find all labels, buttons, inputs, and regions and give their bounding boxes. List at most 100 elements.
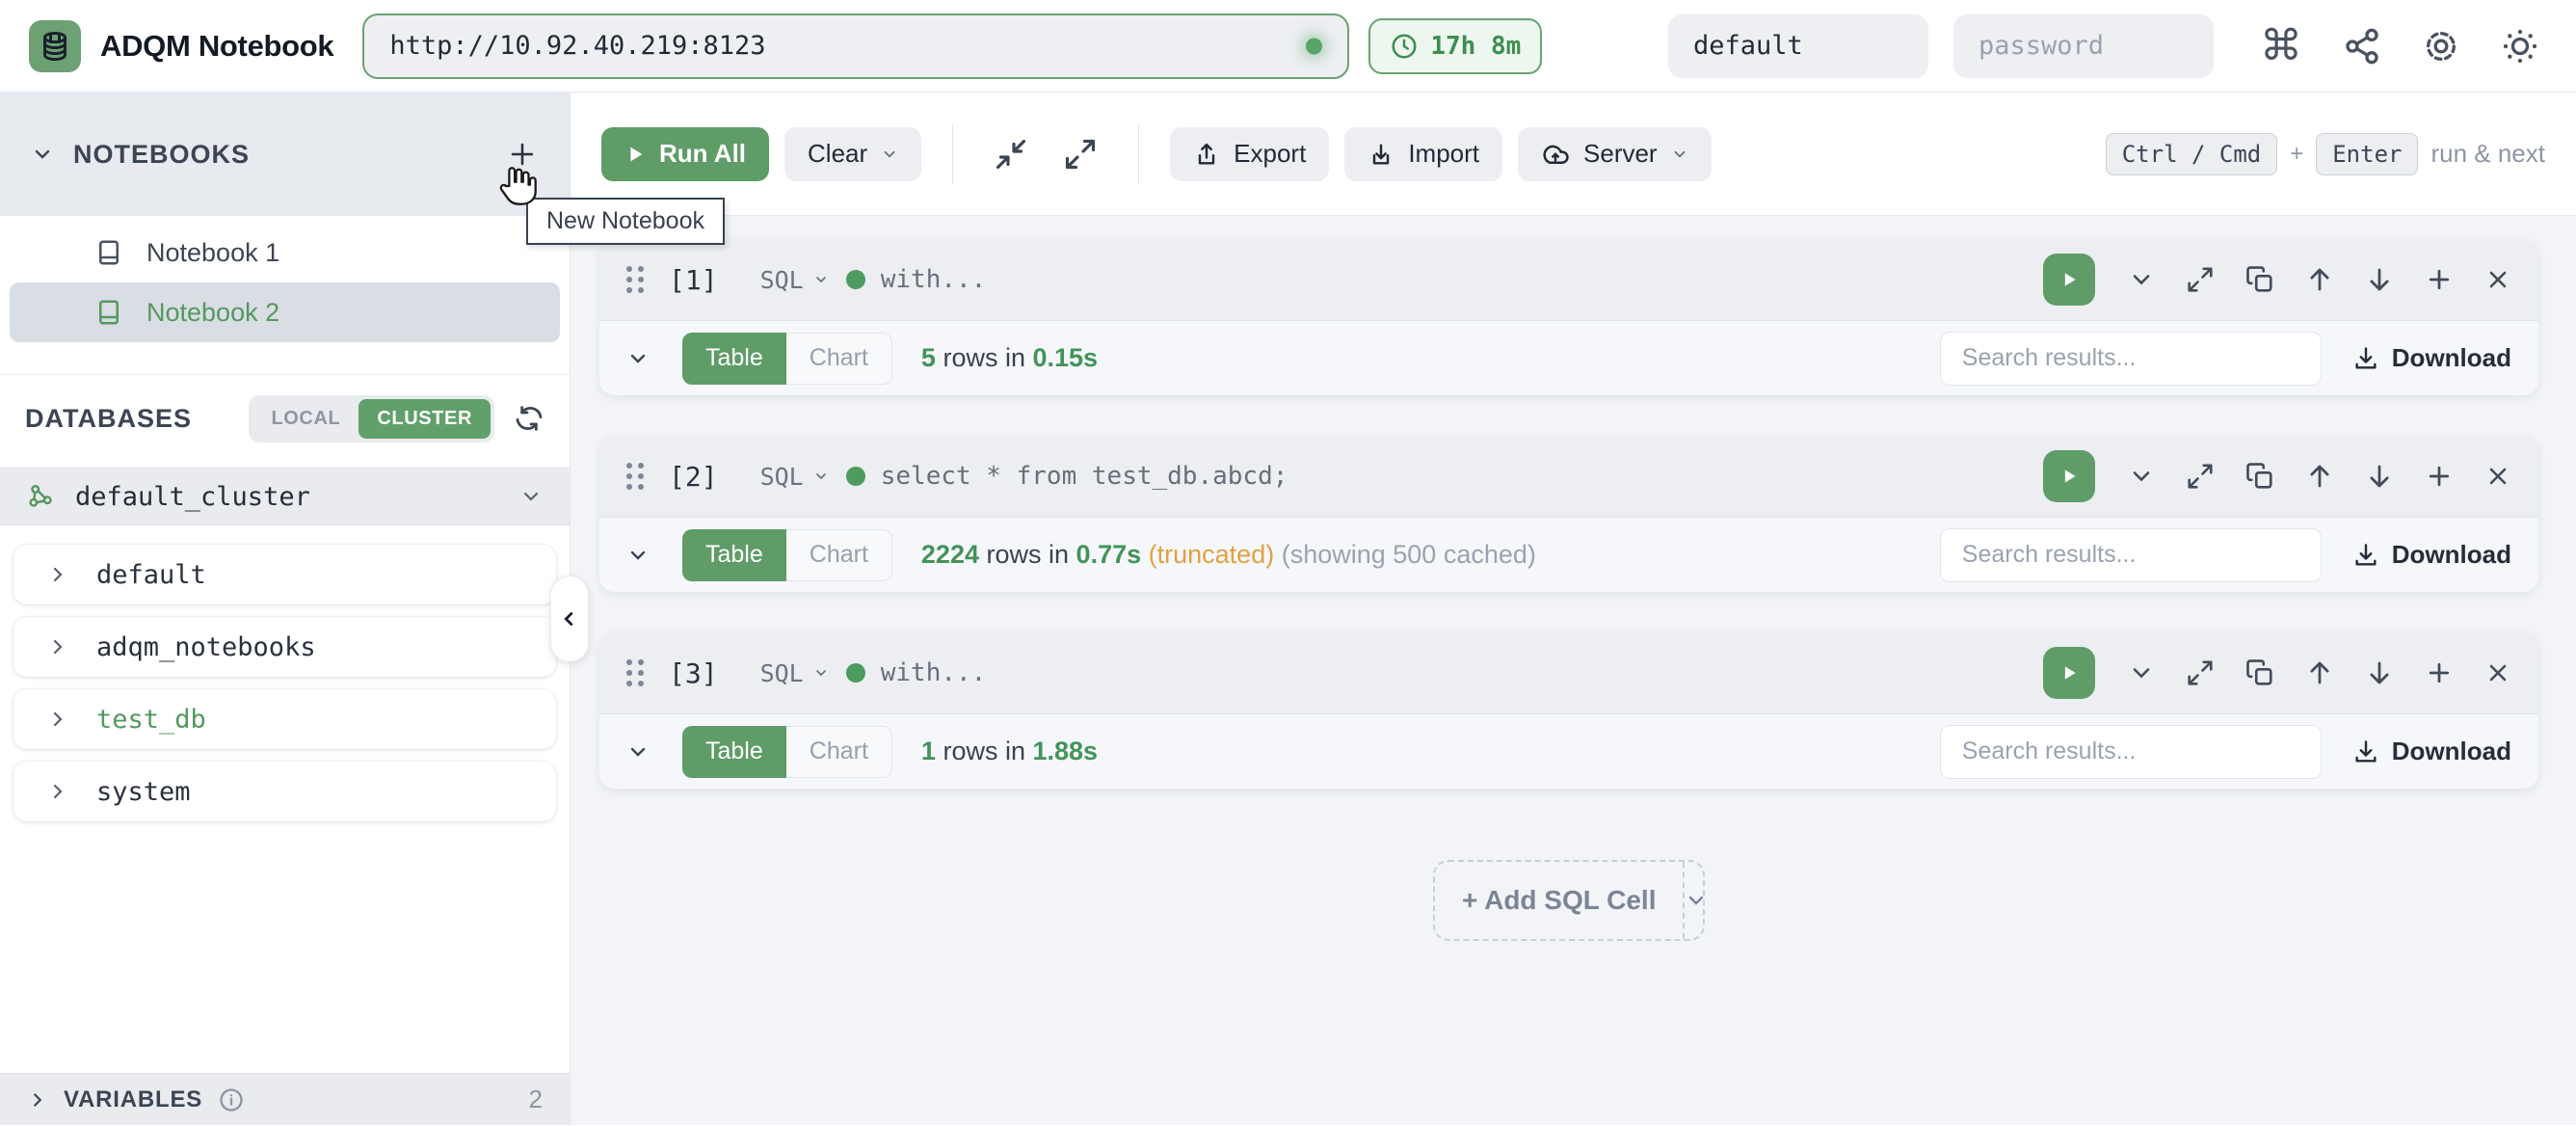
clear-label: Clear bbox=[808, 139, 867, 169]
table-view-tab[interactable]: Table bbox=[682, 726, 786, 778]
expand-all-icon[interactable] bbox=[1063, 137, 1098, 172]
toggle-local[interactable]: LOCAL bbox=[252, 399, 359, 439]
variables-section[interactable]: VARIABLES 2 bbox=[0, 1073, 570, 1125]
chart-view-tab[interactable]: Chart bbox=[786, 726, 892, 778]
chart-view-tab[interactable]: Chart bbox=[786, 333, 892, 385]
export-button[interactable]: Export bbox=[1170, 127, 1329, 181]
collapse-results-chevron-icon[interactable] bbox=[626, 740, 650, 764]
collapse-results-chevron-icon[interactable] bbox=[626, 544, 650, 567]
server-url-input[interactable] bbox=[364, 15, 1347, 77]
delete-cell-icon[interactable] bbox=[2484, 266, 2511, 293]
cell-collapse-chevron-icon[interactable] bbox=[2128, 659, 2155, 686]
sidebar-collapse-handle[interactable] bbox=[550, 576, 589, 662]
search-results-input[interactable] bbox=[1940, 332, 2322, 386]
download-results-button[interactable]: Download bbox=[2352, 343, 2511, 373]
notebook-item-1[interactable]: Notebook 1 bbox=[10, 228, 560, 278]
table-view-tab[interactable]: Table bbox=[682, 529, 786, 581]
copy-cell-icon[interactable] bbox=[2245, 265, 2274, 294]
copy-cell-icon[interactable] bbox=[2245, 658, 2274, 687]
database-item-test-db[interactable]: test_db bbox=[13, 689, 556, 749]
import-button[interactable]: Import bbox=[1344, 127, 1502, 181]
cell-query-preview[interactable]: select * from test_db.abcd; bbox=[881, 462, 1288, 491]
chevron-down-icon[interactable] bbox=[31, 143, 54, 166]
delete-cell-icon[interactable] bbox=[2484, 463, 2511, 490]
refresh-icon[interactable] bbox=[514, 403, 544, 434]
toggle-cluster[interactable]: CLUSTER bbox=[359, 399, 491, 439]
drag-handle-icon[interactable] bbox=[626, 266, 644, 293]
delete-cell-icon[interactable] bbox=[2484, 659, 2511, 686]
server-button[interactable]: Server bbox=[1518, 127, 1712, 181]
move-cell-down-icon[interactable] bbox=[2365, 265, 2394, 294]
drag-handle-icon[interactable] bbox=[626, 463, 644, 490]
clear-button[interactable]: Clear bbox=[784, 127, 921, 181]
expand-cell-icon[interactable] bbox=[2186, 265, 2215, 294]
search-results-input[interactable] bbox=[1940, 725, 2322, 779]
run-cell-button[interactable] bbox=[2043, 450, 2095, 502]
collapse-all-icon[interactable] bbox=[994, 137, 1028, 172]
add-sql-cell-label[interactable]: + Add SQL Cell bbox=[1435, 862, 1683, 939]
gear-icon[interactable] bbox=[2422, 27, 2460, 66]
expand-cell-icon[interactable] bbox=[2186, 462, 2215, 491]
download-label: Download bbox=[2392, 737, 2511, 766]
run-cell-button[interactable] bbox=[2043, 647, 2095, 699]
move-cell-up-icon[interactable] bbox=[2305, 462, 2334, 491]
cell-index: [1] bbox=[669, 264, 718, 296]
drag-handle-icon[interactable] bbox=[626, 659, 644, 686]
cell-collapse-chevron-icon[interactable] bbox=[2128, 463, 2155, 490]
download-results-button[interactable]: Download bbox=[2352, 540, 2511, 570]
username-field[interactable] bbox=[1668, 14, 1928, 78]
cell-language-dropdown[interactable]: SQL bbox=[760, 659, 829, 687]
sql-cell-2: [2] SQL select * from test_db.abcd; bbox=[599, 436, 2538, 592]
cell-header: [1] SQL with... bbox=[599, 239, 2538, 320]
databases-title: DATABASES bbox=[25, 404, 192, 434]
cluster-row[interactable]: default_cluster bbox=[0, 468, 570, 525]
database-item-default[interactable]: default bbox=[13, 545, 556, 604]
sql-cell-3: [3] SQL with... bbox=[599, 632, 2538, 789]
cached-label: (showing 500 cached) bbox=[1282, 540, 1536, 569]
cell-status-dot bbox=[846, 270, 865, 289]
chart-view-tab[interactable]: Chart bbox=[786, 529, 892, 581]
cloud-upload-icon bbox=[1541, 140, 1570, 169]
cell-language-dropdown[interactable]: SQL bbox=[760, 266, 829, 294]
move-cell-down-icon[interactable] bbox=[2365, 462, 2394, 491]
database-item-system[interactable]: system bbox=[13, 762, 556, 821]
add-cell-below-icon[interactable] bbox=[2425, 462, 2454, 491]
rows-in-label: rows in bbox=[943, 737, 1025, 765]
collapse-results-chevron-icon[interactable] bbox=[626, 347, 650, 370]
add-cell-below-icon[interactable] bbox=[2425, 265, 2454, 294]
move-cell-up-icon[interactable] bbox=[2305, 658, 2334, 687]
download-label: Download bbox=[2392, 540, 2511, 570]
new-notebook-button[interactable] bbox=[506, 138, 539, 171]
add-sql-cell-button[interactable]: + Add SQL Cell bbox=[1433, 860, 1705, 941]
password-field[interactable] bbox=[1953, 14, 2214, 78]
run-all-label: Run All bbox=[659, 139, 746, 169]
add-cell-below-icon[interactable] bbox=[2425, 658, 2454, 687]
import-label: Import bbox=[1408, 139, 1479, 169]
run-cell-button[interactable] bbox=[2043, 254, 2095, 306]
cell-query-preview[interactable]: with... bbox=[881, 265, 987, 294]
table-view-tab[interactable]: Table bbox=[682, 333, 786, 385]
expand-cell-icon[interactable] bbox=[2186, 658, 2215, 687]
search-results-input[interactable] bbox=[1940, 528, 2322, 582]
result-view-toggle: Table Chart bbox=[682, 333, 892, 385]
notebook-canvas: [1] SQL with... bbox=[571, 216, 2576, 1125]
cell-language-dropdown[interactable]: SQL bbox=[760, 463, 829, 491]
database-item-adqm-notebooks[interactable]: adqm_notebooks bbox=[13, 617, 556, 677]
copy-cell-icon[interactable] bbox=[2245, 462, 2274, 491]
command-shortcuts-icon[interactable]: ⌘ bbox=[2260, 25, 2302, 67]
download-results-button[interactable]: Download bbox=[2352, 737, 2511, 766]
cell-actions bbox=[2043, 450, 2511, 502]
notebook-item-2[interactable]: Notebook 2 bbox=[10, 282, 560, 342]
cell-collapse-chevron-icon[interactable] bbox=[2128, 266, 2155, 293]
move-cell-up-icon[interactable] bbox=[2305, 265, 2334, 294]
info-icon bbox=[218, 1086, 245, 1113]
cell-query-preview[interactable]: with... bbox=[881, 658, 987, 687]
sidebar: NOTEBOOKS Notebook 1 Notebook 2 DATABASE… bbox=[0, 93, 571, 1125]
variables-title: VARIABLES bbox=[64, 1086, 202, 1113]
theme-sun-icon[interactable] bbox=[2501, 27, 2539, 66]
add-cell-options[interactable] bbox=[1683, 862, 1708, 939]
share-icon[interactable] bbox=[2343, 27, 2381, 66]
move-cell-down-icon[interactable] bbox=[2365, 658, 2394, 687]
run-all-button[interactable]: Run All bbox=[601, 127, 769, 181]
cell-language-label: SQL bbox=[760, 266, 804, 294]
